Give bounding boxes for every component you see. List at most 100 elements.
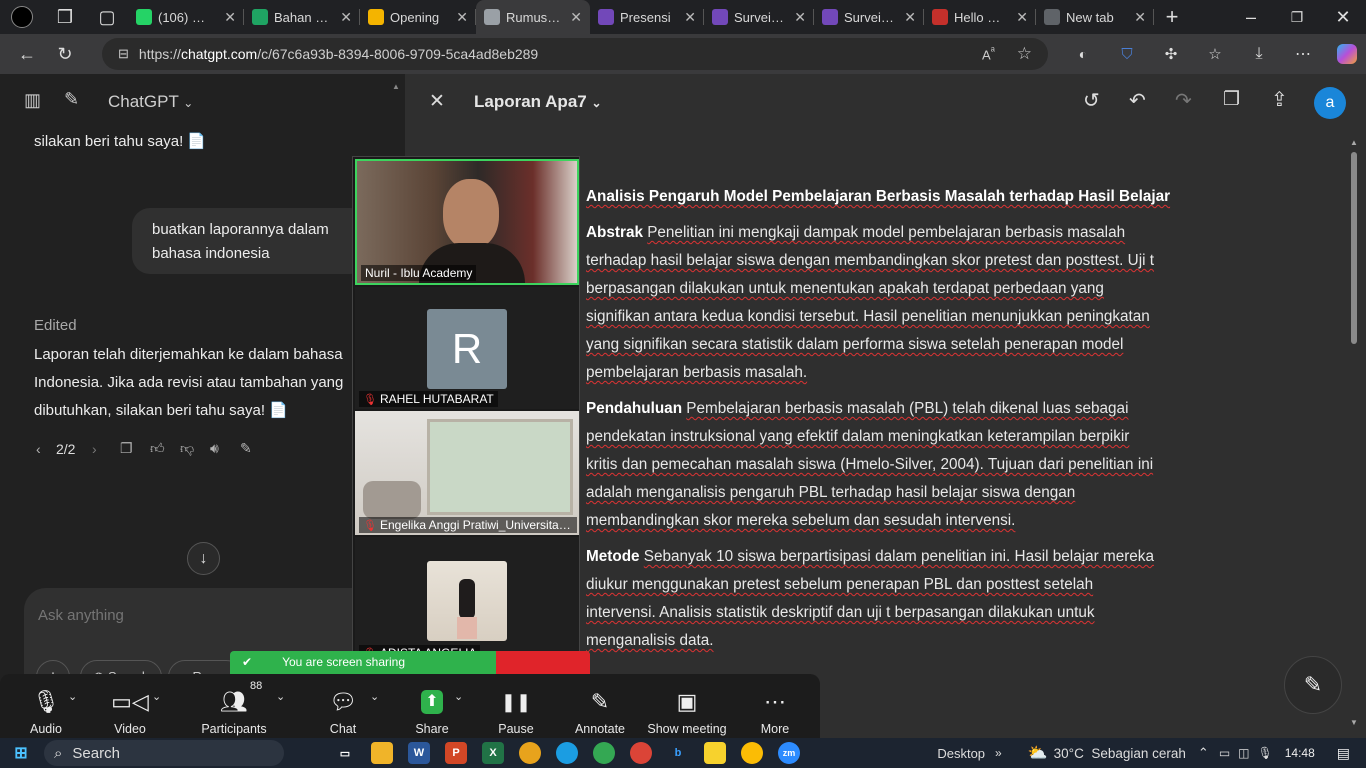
file-explorer-icon[interactable] <box>371 742 393 764</box>
chrome-extra-icon[interactable] <box>741 742 763 764</box>
shield-icon[interactable]: ⛉ <box>1108 38 1146 70</box>
tab-close-icon[interactable]: ✕ <box>224 9 236 26</box>
weather-icon[interactable]: ⛅ <box>1028 743 1048 763</box>
participants-options-chevron[interactable]: ⌄ <box>276 690 285 703</box>
clock[interactable]: 14:48 <box>1285 746 1315 760</box>
address-bar[interactable]: ⊟ https://chatgpt.com/c/67c6a93b-8394-80… <box>102 38 1048 70</box>
video-button[interactable]: ▭◁ Video <box>106 678 154 737</box>
more-menu-icon[interactable]: ⋯ <box>1284 38 1322 70</box>
participant-tile[interactable]: 🎙ADISTA ANGELIA <box>355 537 579 663</box>
zoom-app-icon[interactable]: zm <box>778 742 800 764</box>
tab-close-icon[interactable]: ✕ <box>904 9 916 26</box>
participant-tile[interactable]: R 🎙 RAHEL HUTABARAT <box>355 287 579 409</box>
tab-close-icon[interactable]: ✕ <box>570 9 582 26</box>
taskbar-search-box[interactable]: ⌕ Search <box>44 740 284 766</box>
downloads-icon[interactable]: ⤓ <box>1240 38 1278 70</box>
introduction-paragraph[interactable]: Pendahuluan Pembelajaran berbasis masala… <box>586 395 1164 535</box>
edit-suggest-button[interactable]: ✎ <box>1284 656 1342 714</box>
canvas-scrollbar[interactable] <box>1351 152 1357 344</box>
battery-icon[interactable]: ▭ <box>1219 746 1230 760</box>
tab-close-icon[interactable]: ✕ <box>1016 9 1028 26</box>
browser-tab[interactable]: Bahan Ge ✕ <box>244 0 360 34</box>
volume-icon[interactable]: 🎙︎ <box>1258 746 1273 760</box>
tray-chevron-icon[interactable]: ⌃ <box>1198 745 1209 761</box>
screen-sharing-banner[interactable]: ✔ You are screen sharing <box>230 651 590 674</box>
edge-icon[interactable] <box>556 742 578 764</box>
favorites-icon[interactable]: ☆ <box>1196 38 1234 70</box>
browser-tab[interactable]: Presensi ✕ <box>590 0 704 34</box>
word-icon[interactable]: W <box>408 742 430 764</box>
thumbs-down-icon[interactable]: 👎︎ <box>180 440 210 457</box>
notifications-icon[interactable]: ▤ <box>1337 745 1350 762</box>
task-view-icon[interactable]: ▭ <box>334 742 356 764</box>
thumbs-up-icon[interactable]: 👍︎ <box>150 440 180 457</box>
pause-share-button[interactable]: ❚❚ Pause <box>494 678 538 736</box>
browser-tab[interactable]: Opening ✕ <box>360 0 476 34</box>
chat-button[interactable]: 💬︎ Chat <box>320 678 366 737</box>
reload-icon[interactable]: ↻ <box>46 38 84 70</box>
sidebar-toggle-icon[interactable]: ▥ <box>24 90 41 111</box>
browser-tab[interactable]: Hello Goo ✕ <box>924 0 1036 34</box>
document-heading[interactable]: Analisis Pengaruh Model Pembelajaran Ber… <box>586 183 1186 211</box>
excel-icon[interactable]: X <box>482 742 504 764</box>
windows-start-icon[interactable]: ⊞ <box>10 742 32 764</box>
copy-icon[interactable]: ❐ <box>120 440 150 457</box>
chat-input[interactable] <box>38 602 358 628</box>
extensions-puzzle-icon[interactable]: ✣ <box>1152 38 1190 70</box>
chat-options-chevron[interactable]: ⌄ <box>370 690 379 703</box>
tab-close-icon[interactable]: ✕ <box>1134 9 1146 26</box>
participant-video-active[interactable]: Nuril - Iblu Academy <box>355 159 579 285</box>
bing-icon[interactable]: b <box>667 742 689 764</box>
video-options-chevron[interactable]: ⌄ <box>152 690 161 703</box>
chrome-icon[interactable] <box>519 742 541 764</box>
user-avatar[interactable]: a <box>1314 87 1346 119</box>
tab-close-icon[interactable]: ✕ <box>456 9 468 26</box>
weather-text[interactable]: 30°C Sebagian cerah <box>1054 746 1186 761</box>
chrome-profile-icon[interactable] <box>593 742 615 764</box>
extension-icon[interactable]: ◐ <box>1064 38 1102 70</box>
edit-canvas-icon[interactable]: ✎ <box>240 440 270 457</box>
scroll-up-arrow[interactable]: ▲ <box>1350 138 1358 147</box>
browser-tab[interactable]: Survei Ke ✕ <box>704 0 814 34</box>
network-icon[interactable]: ◫ <box>1238 746 1249 760</box>
participant-tile[interactable]: 🎙 Engelika Anggi Pratiwi_Universitas... <box>355 411 579 535</box>
close-window-icon[interactable]: ✕ <box>1320 1 1366 33</box>
audio-options-chevron[interactable]: ⌄ <box>68 690 77 703</box>
audio-button[interactable]: 🎙︎ Audio <box>22 678 70 737</box>
minimize-window-icon[interactable]: – <box>1228 1 1274 33</box>
method-paragraph[interactable]: Metode Sebanyak 10 siswa berpartisipasi … <box>586 543 1164 655</box>
tab-close-icon[interactable]: ✕ <box>794 9 806 26</box>
share-upload-icon[interactable]: ⇪ <box>1271 87 1288 112</box>
share-button[interactable]: ⬆ Share <box>410 678 454 736</box>
show-meeting-button[interactable]: ▣ Show meeting <box>646 678 728 737</box>
scrollbar-up-arrow[interactable]: ▲ <box>392 82 400 91</box>
new-tab-plus-icon[interactable]: + <box>1154 1 1190 33</box>
tab-actions-icon[interactable]: ▢ <box>86 1 128 33</box>
stop-share-button[interactable] <box>496 651 590 674</box>
copilot-icon[interactable] <box>1328 38 1366 70</box>
browser-tab[interactable]: Rumus IF ✕ <box>476 0 590 34</box>
next-version-chevron-icon[interactable]: › <box>92 441 120 457</box>
chrome-alt-icon[interactable] <box>630 742 652 764</box>
tab-close-icon[interactable]: ✕ <box>684 9 696 26</box>
browser-tab[interactable]: (106) Wha ✕ <box>128 0 244 34</box>
canvas-title[interactable]: Laporan Apa7 ⌄ <box>474 92 602 112</box>
undo-icon[interactable]: ↶ <box>1129 88 1146 113</box>
history-icon[interactable]: ↺ <box>1083 88 1100 113</box>
back-arrow-icon[interactable]: ← <box>8 38 46 70</box>
browser-tab[interactable]: Survei Ge ✕ <box>814 0 924 34</box>
share-options-chevron[interactable]: ⌄ <box>454 690 463 703</box>
favorite-star-icon[interactable]: ☆ <box>1017 44 1032 64</box>
site-info-icon[interactable]: ⊟ <box>118 46 129 62</box>
read-aloud-icon[interactable]: Aᵃ <box>982 45 995 62</box>
copy-document-icon[interactable]: ❐ <box>1223 88 1240 111</box>
desktop-expand-chevron[interactable]: » <box>995 746 1002 760</box>
desktop-toolbar-label[interactable]: Desktop <box>937 746 985 761</box>
model-selector[interactable]: ChatGPT ⌄ <box>108 92 193 112</box>
workspaces-icon[interactable]: ❒ <box>44 1 86 33</box>
sticky-notes-icon[interactable] <box>704 742 726 764</box>
profile-icon[interactable] <box>0 1 44 33</box>
scroll-down-arrow[interactable]: ▼ <box>1350 718 1358 727</box>
browser-tab[interactable]: New tab ✕ <box>1036 0 1154 34</box>
prev-version-chevron-icon[interactable]: ‹ <box>36 441 56 457</box>
